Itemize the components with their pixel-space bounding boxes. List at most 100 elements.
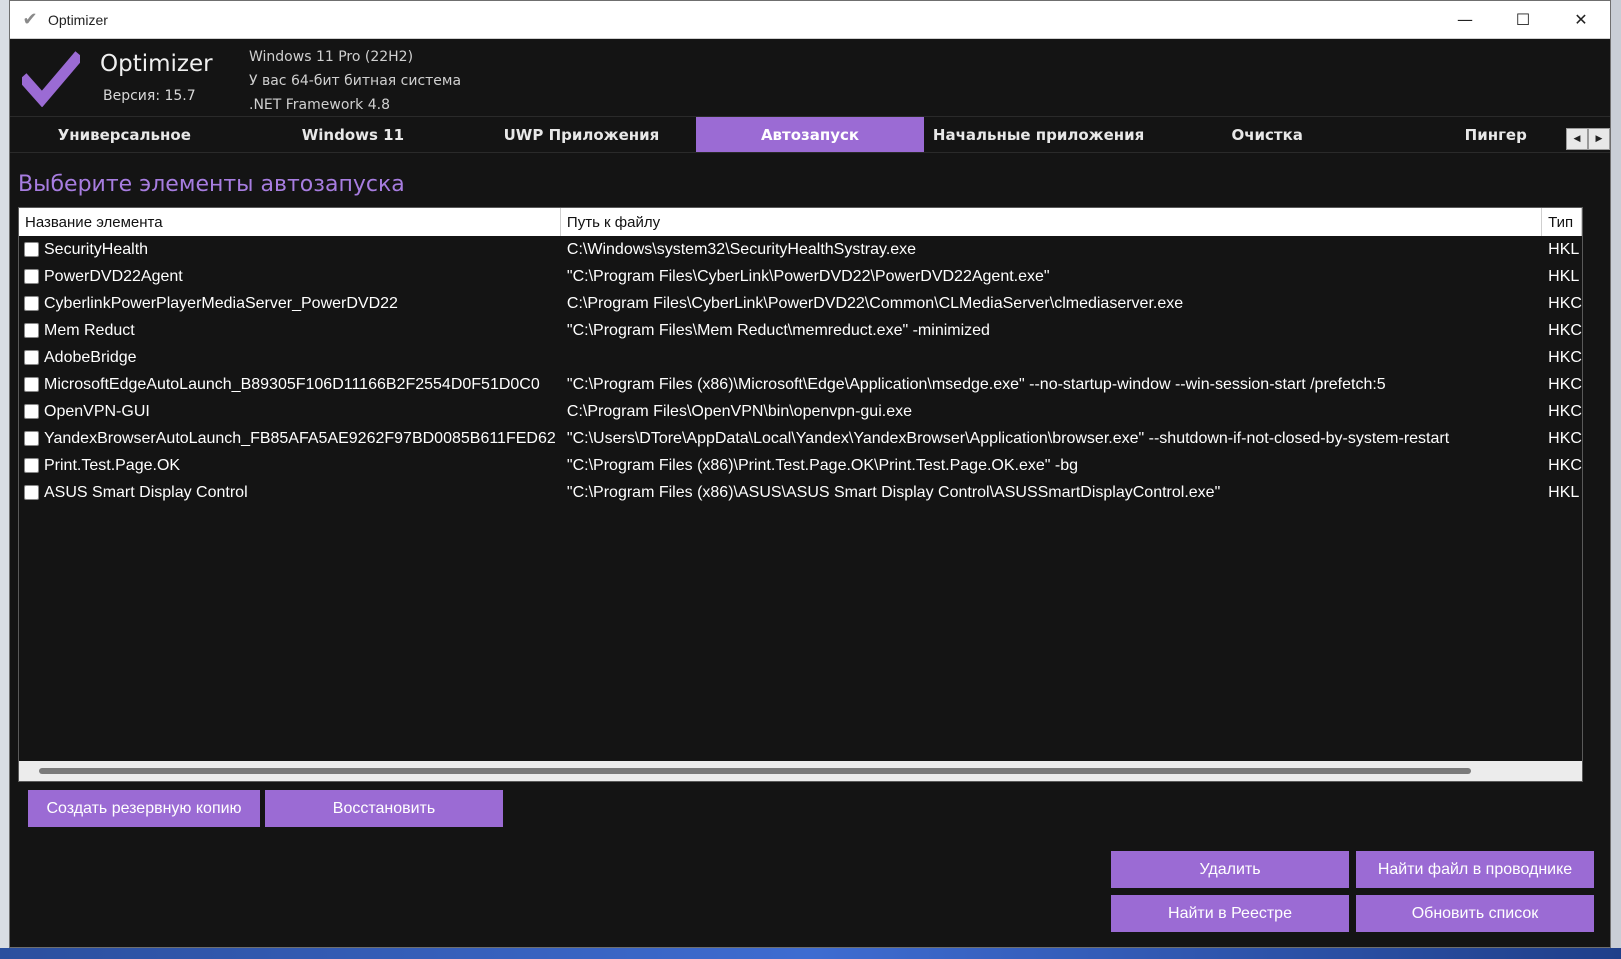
startup-items-table: Название элемента Путь к файлу Тип Secur… bbox=[18, 207, 1583, 782]
table-row[interactable]: OpenVPN-GUI C:\Program Files\OpenVPN\bin\… bbox=[19, 398, 1582, 425]
horizontal-scrollbar[interactable] bbox=[19, 761, 1582, 781]
app-version: Версия: 15.7 bbox=[103, 88, 196, 104]
tab-initial-apps[interactable]: Начальные приложения bbox=[924, 117, 1153, 152]
cell-path: "C:\Program Files\CyberLink\PowerDVD22\P… bbox=[566, 267, 1050, 285]
table-row[interactable]: SecurityHealth C:\Windows\system32\Securi… bbox=[19, 236, 1582, 263]
desktop-taskbar-edge bbox=[0, 948, 1621, 959]
row-checkbox[interactable] bbox=[24, 431, 39, 446]
app-header: Optimizer Версия: 15.7 Windows 11 Pro (2… bbox=[10, 39, 1610, 117]
item-name: Mem Reduct bbox=[44, 321, 135, 339]
refresh-list-button[interactable]: Обновить список bbox=[1356, 895, 1594, 932]
delete-button[interactable]: Удалить bbox=[1111, 851, 1349, 888]
row-checkbox[interactable] bbox=[24, 296, 39, 311]
cell-path: "C:\Program Files (x86)\ASUS\ASUS Smart … bbox=[566, 483, 1221, 501]
tab-scroll-right-icon[interactable]: ▶ bbox=[1588, 128, 1610, 150]
os-version: Windows 11 Pro (22H2) bbox=[249, 49, 414, 65]
cell-path: "C:\Program Files (x86)\Microsoft\Edge\A… bbox=[566, 375, 1386, 393]
backup-button[interactable]: Создать резервную копию bbox=[28, 790, 260, 827]
item-name: YandexBrowserAutoLaunch_FB85AFA5AE9262F9… bbox=[44, 429, 556, 447]
cell-name: Mem Reduct bbox=[19, 317, 561, 344]
tab-windows-11[interactable]: Windows 11 bbox=[239, 117, 468, 152]
cell-type: HKL bbox=[1548, 483, 1580, 501]
cell-name: Print.Test.Page.OK bbox=[19, 452, 561, 479]
table-row[interactable]: Print.Test.Page.OK "C:\Program Files (x86… bbox=[19, 452, 1582, 479]
table-row[interactable]: PowerDVD22Agent "C:\Program Files\CyberLi… bbox=[19, 263, 1582, 290]
row-checkbox[interactable] bbox=[24, 269, 39, 284]
cell-type: HKC bbox=[1548, 429, 1582, 447]
table-row[interactable]: YandexBrowserAutoLaunch_FB85AFA5AE9262F9… bbox=[19, 425, 1582, 452]
cell-name: CyberlinkPowerPlayerMediaServer_PowerDVD… bbox=[19, 290, 561, 317]
table-row[interactable]: Mem Reduct "C:\Program Files\Mem Reduct\m… bbox=[19, 317, 1582, 344]
tab-scroll-left-icon[interactable]: ◀ bbox=[1566, 128, 1588, 150]
item-name: OpenVPN-GUI bbox=[44, 402, 150, 420]
cell-type: HKC bbox=[1548, 456, 1582, 474]
row-checkbox[interactable] bbox=[24, 404, 39, 419]
item-name: SecurityHealth bbox=[44, 240, 149, 258]
framework-version: .NET Framework 4.8 bbox=[249, 97, 390, 113]
item-name: AdobeBridge bbox=[44, 348, 137, 366]
tab-startup[interactable]: Автозапуск bbox=[695, 117, 925, 152]
table-row[interactable]: AdobeBridge HKC bbox=[19, 344, 1582, 371]
column-header-name[interactable]: Название элемента bbox=[19, 208, 561, 236]
table-row[interactable]: CyberlinkPowerPlayerMediaServer_PowerDVD… bbox=[19, 290, 1582, 317]
row-checkbox[interactable] bbox=[24, 242, 39, 257]
checkmark-icon: ✔ bbox=[22, 9, 38, 30]
row-checkbox[interactable] bbox=[24, 350, 39, 365]
table-header: Название элемента Путь к файлу Тип bbox=[19, 208, 1582, 236]
cell-path: "C:\Program Files (x86)\Print.Test.Page.… bbox=[566, 456, 1079, 474]
close-button[interactable]: ✕ bbox=[1552, 1, 1610, 39]
cell-name: PowerDVD22Agent bbox=[19, 263, 561, 290]
cell-path: C:\Windows\system32\SecurityHealthSystra… bbox=[566, 240, 917, 258]
logo-checkmark-icon bbox=[22, 51, 80, 107]
system-info: Windows 11 Pro (22H2) У вас 64-бит битна… bbox=[249, 45, 461, 117]
app-name: Optimizer bbox=[100, 51, 213, 77]
window-title: Optimizer bbox=[48, 11, 108, 28]
cell-path: "C:\Program Files\Mem Reduct\memreduct.e… bbox=[566, 321, 990, 339]
cell-name: AdobeBridge bbox=[19, 344, 561, 371]
cell-name: ASUS Smart Display Control bbox=[19, 479, 561, 506]
cell-path: C:\Program Files\OpenVPN\bin\openvpn-gui… bbox=[566, 402, 912, 420]
restore-button[interactable]: Восстановить bbox=[265, 790, 503, 827]
cell-name: SecurityHealth bbox=[19, 236, 561, 263]
tab-bar: Универсальное Windows 11 UWP Приложения … bbox=[10, 117, 1610, 153]
row-checkbox[interactable] bbox=[24, 377, 39, 392]
maximize-button[interactable]: ☐ bbox=[1494, 1, 1552, 39]
item-name: PowerDVD22Agent bbox=[44, 267, 183, 285]
item-name: Print.Test.Page.OK bbox=[44, 456, 181, 474]
cell-name: MicrosoftEdgeAutoLaunch_B89305F106D11166… bbox=[19, 371, 561, 398]
cell-type: HKC bbox=[1548, 375, 1582, 393]
cell-path bbox=[561, 344, 1542, 371]
find-in-explorer-button[interactable]: Найти файл в проводнике bbox=[1356, 851, 1594, 888]
cell-path: C:\Program Files\CyberLink\PowerDVD22\Co… bbox=[566, 294, 1184, 312]
cell-name: YandexBrowserAutoLaunch_FB85AFA5AE9262F9… bbox=[19, 425, 561, 452]
row-checkbox[interactable] bbox=[24, 458, 39, 473]
cell-path: "C:\Users\DTore\AppData\Local\Yandex\Yan… bbox=[566, 429, 1450, 447]
desktop-left-edge bbox=[0, 0, 9, 959]
system-arch: У вас 64-бит битная система bbox=[249, 73, 462, 89]
find-in-registry-button[interactable]: Найти в Реестре bbox=[1111, 895, 1349, 932]
column-header-type[interactable]: Тип bbox=[1542, 208, 1582, 236]
cell-type: HKC bbox=[1548, 294, 1582, 312]
minimize-button[interactable]: — bbox=[1436, 1, 1494, 39]
row-checkbox[interactable] bbox=[24, 485, 39, 500]
title-bar: ✔ Optimizer — ☐ ✕ bbox=[10, 1, 1610, 39]
table-row[interactable]: ASUS Smart Display Control "C:\Program Fi… bbox=[19, 479, 1582, 506]
cell-name: OpenVPN-GUI bbox=[19, 398, 561, 425]
cell-type: HKL bbox=[1548, 240, 1580, 258]
tab-universal[interactable]: Универсальное bbox=[10, 117, 239, 152]
desktop-right-edge bbox=[1611, 0, 1621, 959]
cell-type: HKC bbox=[1548, 321, 1582, 339]
cell-type: HKC bbox=[1548, 348, 1582, 366]
column-header-path[interactable]: Путь к файлу bbox=[561, 208, 1543, 236]
table-row[interactable]: MicrosoftEdgeAutoLaunch_B89305F106D11166… bbox=[19, 371, 1582, 398]
page-title: Выберите элементы автозапуска bbox=[18, 172, 405, 197]
tab-cleanup[interactable]: Очистка bbox=[1153, 117, 1382, 152]
tab-uwp-apps[interactable]: UWP Приложения bbox=[467, 117, 696, 152]
cell-type: HKL bbox=[1548, 267, 1580, 285]
scrollbar-thumb[interactable] bbox=[39, 768, 1471, 774]
row-checkbox[interactable] bbox=[24, 323, 39, 338]
tab-scroll-arrows: ◀ ▶ bbox=[1566, 128, 1610, 150]
item-name: ASUS Smart Display Control bbox=[44, 483, 248, 501]
table-body: SecurityHealth C:\Windows\system32\Securi… bbox=[19, 236, 1582, 506]
item-name: MicrosoftEdgeAutoLaunch_B89305F106D11166… bbox=[44, 375, 540, 393]
